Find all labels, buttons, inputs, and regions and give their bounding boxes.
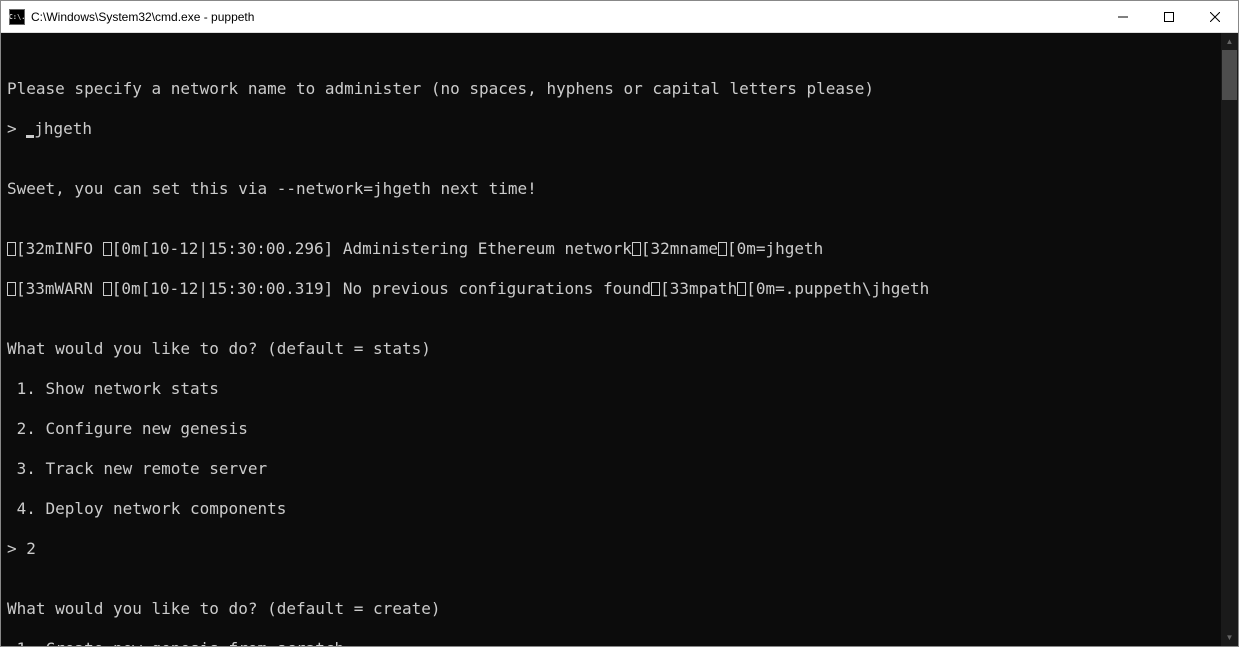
log-level: [33mWARN: [16, 279, 103, 298]
log-timestamp: [10-12|15:30:00.296]: [141, 239, 343, 258]
terminal-line: 2. Configure new genesis: [7, 419, 1221, 439]
terminal-area: Please specify a network name to adminis…: [1, 33, 1238, 646]
terminal-log-line: [32mINFO [0m[10-12|15:30:00.296] Adminis…: [7, 239, 1221, 259]
window-controls: [1100, 1, 1238, 32]
terminal-log-line: [33mWARN [0m[10-12|15:30:00.319] No prev…: [7, 279, 1221, 299]
log-timestamp: [10-12|15:30:00.319]: [141, 279, 343, 298]
log-reset: [0m: [727, 239, 756, 258]
ansi-escape-icon: [737, 282, 746, 296]
log-message: No previous configurations found: [343, 279, 651, 298]
log-value: =.puppeth\jhgeth: [775, 279, 929, 298]
terminal-line: > 2: [7, 539, 1221, 559]
terminal-line: 1. Create new genesis from scratch: [7, 639, 1221, 646]
ansi-escape-icon: [103, 282, 112, 296]
scroll-up-arrow-icon[interactable]: ▲: [1221, 33, 1238, 50]
log-value: =jhgeth: [756, 239, 823, 258]
ansi-escape-icon: [651, 282, 660, 296]
cmd-icon: C:\.: [9, 9, 25, 25]
log-key: [32mname: [641, 239, 718, 258]
close-button[interactable]: [1192, 1, 1238, 32]
log-reset: [0m: [746, 279, 775, 298]
maximize-button[interactable]: [1146, 1, 1192, 32]
log-key: [33mpath: [660, 279, 737, 298]
window-title: C:\Windows\System32\cmd.exe - puppeth: [31, 10, 1100, 24]
ansi-escape-icon: [7, 282, 16, 296]
log-reset: [0m: [112, 239, 141, 258]
ansi-escape-icon: [103, 242, 112, 256]
terminal-line: What would you like to do? (default = st…: [7, 339, 1221, 359]
ansi-escape-icon: [718, 242, 727, 256]
terminal-line: > jhgeth: [7, 119, 1221, 139]
scroll-down-arrow-icon[interactable]: ▼: [1221, 629, 1238, 646]
ansi-escape-icon: [632, 242, 641, 256]
terminal-line: 4. Deploy network components: [7, 499, 1221, 519]
terminal-line: 3. Track new remote server: [7, 459, 1221, 479]
ansi-escape-icon: [7, 242, 16, 256]
scroll-thumb[interactable]: [1222, 50, 1237, 100]
log-message: Administering Ethereum network: [343, 239, 632, 258]
input-text: jhgeth: [34, 119, 92, 138]
terminal-line: 1. Show network stats: [7, 379, 1221, 399]
minimize-button[interactable]: [1100, 1, 1146, 32]
log-reset: [0m: [112, 279, 141, 298]
vertical-scrollbar[interactable]: ▲ ▼: [1221, 33, 1238, 646]
terminal-line: Sweet, you can set this via --network=jh…: [7, 179, 1221, 199]
terminal-line: Please specify a network name to adminis…: [7, 79, 1221, 99]
terminal-line: What would you like to do? (default = cr…: [7, 599, 1221, 619]
terminal-output[interactable]: Please specify a network name to adminis…: [1, 33, 1221, 646]
log-level: [32mINFO: [16, 239, 103, 258]
window-titlebar: C:\. C:\Windows\System32\cmd.exe - puppe…: [1, 1, 1238, 33]
